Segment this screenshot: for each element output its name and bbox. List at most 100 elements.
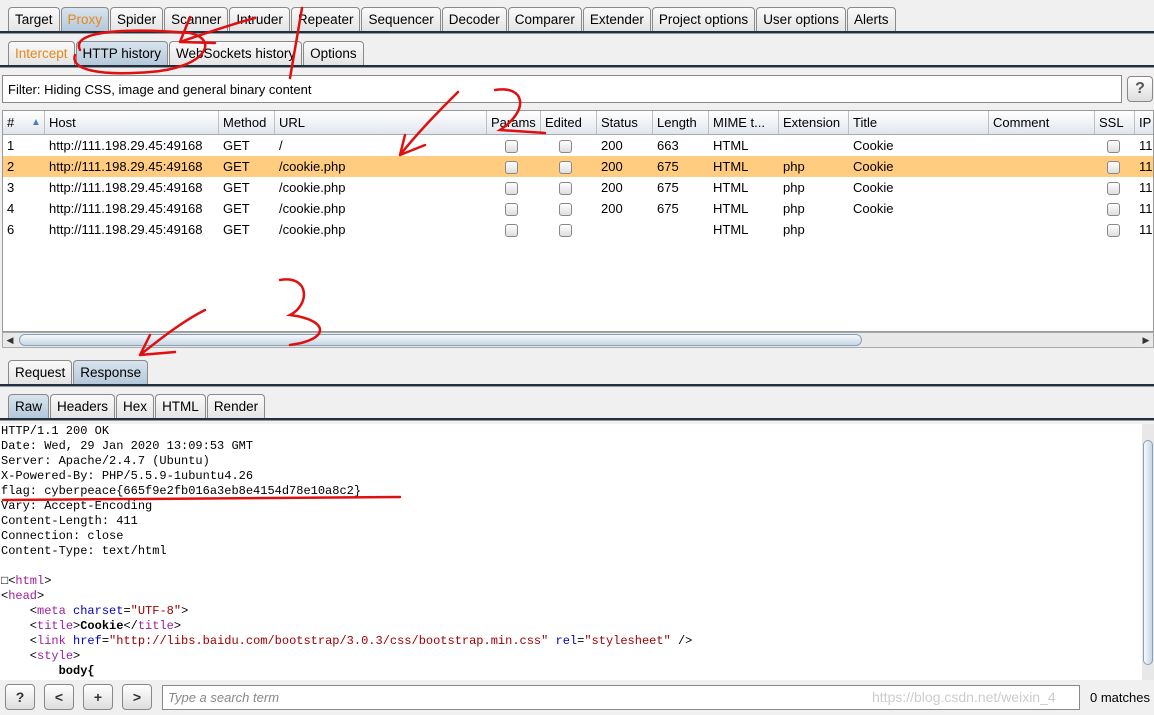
- scroll-left-icon[interactable]: ◀: [3, 333, 17, 347]
- checkbox[interactable]: [505, 161, 518, 175]
- filter-bar[interactable]: Filter: Hiding CSS, image and general bi…: [2, 75, 1122, 103]
- add-button[interactable]: +: [83, 684, 113, 710]
- cell-mime-t-: HTML: [713, 138, 749, 153]
- response-header-line: Connection: close: [1, 529, 124, 543]
- checkbox[interactable]: [505, 224, 518, 238]
- tab-raw[interactable]: Raw: [8, 394, 50, 418]
- column-header-title[interactable]: Title: [849, 111, 989, 134]
- divider: [0, 384, 1154, 387]
- scroll-right-icon[interactable]: ▶: [1139, 333, 1153, 347]
- cell-edited: [541, 156, 597, 177]
- tab-html[interactable]: HTML: [155, 394, 206, 418]
- cell-edited: [541, 135, 597, 156]
- tab-intruder[interactable]: Intruder: [229, 7, 290, 31]
- column-header-status[interactable]: Status: [597, 111, 653, 134]
- scroll-thumb[interactable]: [19, 334, 862, 346]
- code-line: □<html>: [1, 574, 52, 588]
- help-button[interactable]: ?: [1127, 76, 1153, 102]
- match-count: 0 matches: [1090, 690, 1150, 705]
- cell-#: 1: [7, 138, 15, 153]
- column-header-mime-t-[interactable]: MIME t...: [709, 111, 779, 134]
- cell-params: [487, 156, 541, 177]
- code-line: <title>Cookie</title>: [1, 619, 182, 633]
- tab-user-options[interactable]: User options: [756, 7, 846, 31]
- vertical-scrollbar[interactable]: [1142, 424, 1154, 680]
- cell-#: 3: [7, 180, 15, 195]
- checkbox[interactable]: [1107, 161, 1120, 175]
- tab-alerts[interactable]: Alerts: [846, 7, 896, 31]
- column-header-edited[interactable]: Edited: [541, 111, 597, 134]
- tab-hex[interactable]: Hex: [116, 394, 155, 418]
- table-row[interactable]: 6 http://111.198.29.45:49168 GET/cookie.ph…: [3, 219, 1153, 240]
- response-editor[interactable]: HTTP/1.1 200 OK Date: Wed, 29 Jan 2020 13…: [0, 424, 1142, 680]
- column-header-method[interactable]: Method: [219, 111, 275, 134]
- tab-http-history[interactable]: HTTP history: [75, 41, 169, 65]
- tab-options[interactable]: Options: [303, 41, 364, 65]
- tab-proxy[interactable]: Proxy: [60, 7, 110, 31]
- tab-request[interactable]: Request: [8, 360, 73, 384]
- code-token: link: [37, 634, 66, 648]
- cell-#: 2: [7, 159, 15, 174]
- tab-response[interactable]: Response: [73, 360, 149, 384]
- cell-comment: [989, 177, 1095, 198]
- code-token: head: [8, 589, 38, 603]
- cell-ssl: [1095, 135, 1135, 156]
- checkbox[interactable]: [559, 182, 572, 196]
- tab-scanner[interactable]: Scanner: [164, 7, 229, 31]
- column-header-length[interactable]: Length: [653, 111, 709, 134]
- cell-comment: [989, 198, 1095, 219]
- checkbox[interactable]: [505, 140, 518, 154]
- tab-decoder[interactable]: Decoder: [441, 7, 507, 31]
- tab-repeater[interactable]: Repeater: [290, 7, 361, 31]
- checkbox[interactable]: [1107, 182, 1120, 196]
- help-button[interactable]: ?: [5, 684, 35, 710]
- message-tabs: Request Response: [0, 360, 149, 384]
- tab-project-options[interactable]: Project options: [651, 7, 756, 31]
- cell-#: 4: [7, 201, 15, 216]
- tab-sequencer[interactable]: Sequencer: [361, 7, 441, 31]
- watermark: https://blog.csdn.net/weixin_4: [872, 689, 1056, 705]
- column-header-ip[interactable]: IP: [1135, 111, 1153, 134]
- column-header-extension[interactable]: Extension: [779, 111, 849, 134]
- table-header: # ▲ Host Method URL Params Edited Status Length M…: [3, 111, 1153, 135]
- column-header-comment[interactable]: Comment: [989, 111, 1095, 134]
- tab-websockets-history[interactable]: WebSockets history: [169, 41, 303, 65]
- tab-intercept[interactable]: Intercept: [8, 41, 75, 65]
- next-button[interactable]: >: [122, 684, 152, 710]
- checkbox[interactable]: [1107, 224, 1120, 238]
- checkbox[interactable]: [559, 140, 572, 154]
- checkbox[interactable]: [505, 203, 518, 217]
- code-token: title: [37, 619, 74, 633]
- column-header-host[interactable]: Host: [45, 111, 219, 134]
- tab-spider[interactable]: Spider: [110, 7, 164, 31]
- cell-status: 200: [601, 201, 623, 216]
- cell-method: GET: [223, 180, 250, 195]
- checkbox[interactable]: [1107, 140, 1120, 154]
- checkbox[interactable]: [1107, 203, 1120, 217]
- table-row[interactable]: 4 http://111.198.29.45:49168 GET/cookie.ph…: [3, 198, 1153, 219]
- tab-target[interactable]: Target: [8, 7, 60, 31]
- horizontal-scrollbar[interactable]: ◀ ▶: [2, 332, 1154, 348]
- tab-comparer[interactable]: Comparer: [507, 7, 582, 31]
- column-header-url[interactable]: URL: [275, 111, 487, 134]
- table-row[interactable]: 1 http://111.198.29.45:49168 GET / 200 663 HTM…: [3, 135, 1153, 156]
- checkbox[interactable]: [559, 224, 572, 238]
- tab-render[interactable]: Render: [206, 394, 266, 418]
- checkbox[interactable]: [559, 161, 572, 175]
- checkbox[interactable]: [559, 203, 572, 217]
- column-header-params[interactable]: Params: [487, 111, 541, 134]
- code-token: style: [37, 649, 74, 663]
- previous-button[interactable]: <: [44, 684, 74, 710]
- scroll-thumb[interactable]: [1143, 440, 1153, 665]
- checkbox[interactable]: [505, 182, 518, 196]
- tab-headers[interactable]: Headers: [50, 394, 116, 418]
- column-header-ssl[interactable]: SSL: [1095, 111, 1135, 134]
- code-token: "stylesheet": [584, 634, 671, 648]
- divider: [0, 418, 1154, 421]
- cell-extension: [779, 135, 849, 156]
- cell-ip: 11: [1139, 222, 1153, 237]
- tab-extender[interactable]: Extender: [582, 7, 651, 31]
- cell-ip: 11: [1139, 138, 1153, 153]
- table-row[interactable]: 3 http://111.198.29.45:49168 GET/cookie.ph…: [3, 177, 1153, 198]
- table-row[interactable]: 2 http://111.198.29.45:49168 GET/cookie.ph…: [3, 156, 1153, 177]
